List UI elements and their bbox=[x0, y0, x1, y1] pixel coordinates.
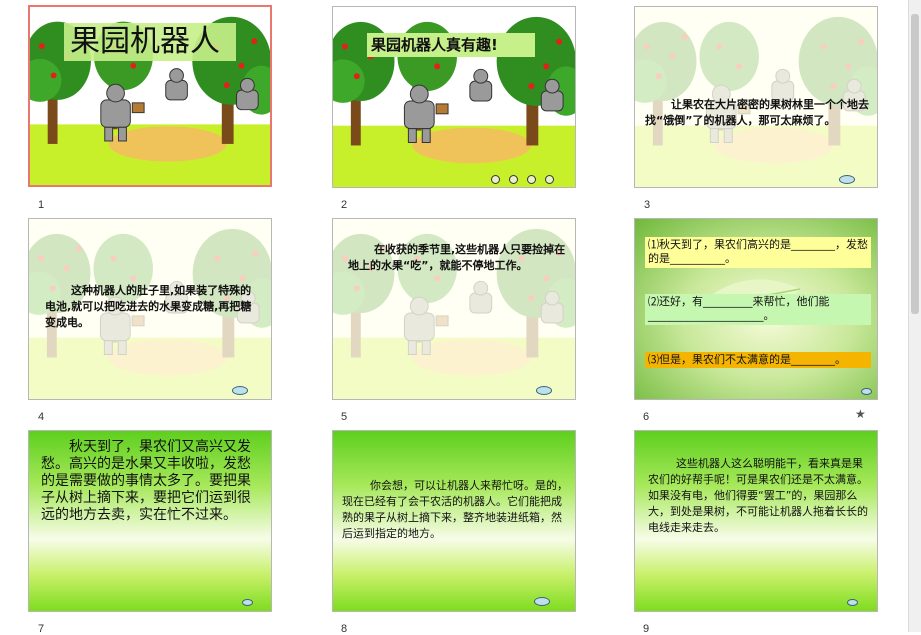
slide-number: 3 bbox=[644, 199, 651, 211]
slide-nav-buttons bbox=[491, 175, 554, 184]
action-button-icon[interactable] bbox=[839, 175, 855, 184]
slide-body-text: 让果农在大片密密的果树林里一个个地去找“饿倒”了的机器人，那可太麻烦了。 bbox=[645, 98, 869, 127]
slide-body-text: 在收获的季节里,这些机器人只要捡掉在地上的水果“吃”，就能不停地工作。 bbox=[348, 243, 566, 272]
slide-title: 果园机器人 bbox=[70, 24, 220, 59]
slide-thumbnail-5[interactable]: 在收获的季节里,这些机器人只要捡掉在地上的水果“吃”，就能不停地工作。 bbox=[332, 218, 576, 400]
slide-title: 果园机器人真有趣! bbox=[371, 36, 498, 54]
slide-number: 5 bbox=[341, 411, 348, 423]
action-button-icon[interactable] bbox=[242, 599, 253, 606]
slide-thumbnail-4[interactable]: 这种机器人的肚子里,如果装了特殊的电池,就可以把吃进去的水果变成糖,再把糖变成电… bbox=[28, 218, 272, 400]
slide-thumbnail-2[interactable]: 果园机器人真有趣! bbox=[332, 6, 576, 188]
action-button-icon[interactable] bbox=[232, 386, 248, 395]
nav-button-icon[interactable] bbox=[545, 175, 554, 184]
nav-button-icon[interactable] bbox=[509, 175, 518, 184]
nav-button-icon[interactable] bbox=[527, 175, 536, 184]
slide-body-text: 这些机器人这么聪明能干，看来真是果农们的好帮手呢！可是果农们还是不太满意。如果没… bbox=[648, 457, 868, 534]
slide-thumbnail-3[interactable]: 让果农在大片密密的果树林里一个个地去找“饿倒”了的机器人，那可太麻烦了。 bbox=[634, 6, 878, 188]
slide-body-text: 你会想，可以让机器人来帮忙呀。是的，现在已经有了会干农活的机器人。它们能把成熟的… bbox=[342, 479, 568, 540]
slide-number: 2 bbox=[341, 199, 348, 211]
scrollbar-thumb[interactable] bbox=[911, 14, 919, 314]
slide-number: 8 bbox=[341, 623, 348, 635]
question-3: ⑶但是，果农们不太满意的是________。 bbox=[645, 352, 871, 368]
slide-number: 1 bbox=[38, 199, 45, 211]
star-icon: ★ bbox=[855, 407, 866, 421]
slide-body-text: 秋天到了，果农们又高兴又发愁。高兴的是水果又丰收啦，发愁的是需要做的事情太多了。… bbox=[41, 439, 251, 523]
nav-button-icon[interactable] bbox=[491, 175, 500, 184]
slide-number: 6 bbox=[643, 411, 650, 423]
slide-thumbnail-9[interactable]: 这些机器人这么聪明能干，看来真是果农们的好帮手呢！可是果农们还是不太满意。如果没… bbox=[634, 430, 878, 612]
action-button-icon[interactable] bbox=[536, 386, 552, 395]
slide-thumbnail-8[interactable]: 你会想，可以让机器人来帮忙呀。是的，现在已经有了会干农活的机器人。它们能把成熟的… bbox=[332, 430, 576, 612]
action-button-icon[interactable] bbox=[847, 599, 858, 606]
slide-thumbnail-1[interactable]: 果园机器人 bbox=[28, 5, 272, 187]
question-1: ⑴秋天到了，果农们高兴的是________，发愁的是__________。 bbox=[645, 237, 871, 268]
slide-thumbnail-6[interactable]: ⑴秋天到了，果农们高兴的是________，发愁的是__________。 ⑵还… bbox=[634, 218, 878, 400]
action-button-icon[interactable] bbox=[534, 597, 550, 606]
slide-number: 7 bbox=[38, 623, 45, 635]
vertical-scrollbar[interactable] bbox=[908, 0, 921, 632]
question-2: ⑵还好，有_________来帮忙，他们能___________________… bbox=[645, 294, 871, 325]
slide-thumbnail-7[interactable]: 秋天到了，果农们又高兴又发愁。高兴的是水果又丰收啦，发愁的是需要做的事情太多了。… bbox=[28, 430, 272, 612]
slide-number: 4 bbox=[38, 411, 45, 423]
slide-number: 9 bbox=[643, 623, 650, 635]
action-button-icon[interactable] bbox=[861, 388, 872, 395]
slide-body-text: 这种机器人的肚子里,如果装了特殊的电池,就可以把吃进去的水果变成糖,再把糖变成电… bbox=[45, 284, 252, 329]
